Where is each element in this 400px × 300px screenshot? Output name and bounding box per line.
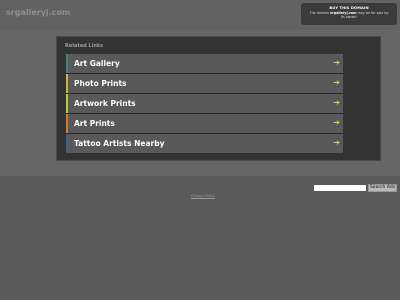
- link-accent-bar: [66, 114, 68, 133]
- buy-domain-text: The domain srgalleryj.com may be for sal…: [301, 11, 397, 19]
- link-accent-bar: [66, 74, 68, 93]
- related-link-art-prints[interactable]: Art Prints ➔: [66, 114, 343, 133]
- related-links-title: Related Links: [65, 43, 104, 49]
- arrow-right-icon: ➔: [333, 117, 340, 127]
- link-accent-bar: [66, 94, 68, 113]
- related-link-art-gallery[interactable]: Art Gallery ➔: [66, 54, 343, 73]
- buy-domain-title: BUY THIS DOMAIN: [329, 6, 369, 10]
- related-link-label: Art Prints: [74, 118, 115, 128]
- link-accent-bar: [66, 54, 68, 73]
- related-link-artwork-prints[interactable]: Artwork Prints ➔: [66, 94, 343, 113]
- arrow-right-icon: ➔: [333, 97, 340, 107]
- search-input[interactable]: [314, 185, 366, 191]
- buy-text-prefix: The domain: [309, 11, 331, 15]
- arrow-right-icon: ➔: [333, 77, 340, 87]
- arrow-right-icon: ➔: [333, 137, 340, 147]
- related-link-label: Art Gallery: [74, 58, 120, 68]
- privacy-policy-link[interactable]: Privacy Policy: [191, 194, 215, 198]
- header-bar: srgalleryj.com BUY THIS DOMAIN The domai…: [0, 0, 400, 30]
- related-link-label: Tattoo Artists Nearby: [74, 138, 165, 148]
- site-name: srgalleryj.com: [6, 8, 71, 17]
- buy-domain-box[interactable]: BUY THIS DOMAIN The domain srgalleryj.co…: [301, 3, 397, 25]
- related-link-tattoo-artists-nearby[interactable]: Tattoo Artists Nearby ➔: [66, 134, 343, 153]
- related-link-photo-prints[interactable]: Photo Prints ➔: [66, 74, 343, 93]
- search-ads-button[interactable]: Search Ads: [368, 184, 397, 192]
- link-accent-bar: [66, 134, 68, 153]
- related-link-label: Photo Prints: [74, 78, 127, 88]
- arrow-right-icon: ➔: [333, 57, 340, 67]
- related-link-label: Artwork Prints: [74, 98, 136, 108]
